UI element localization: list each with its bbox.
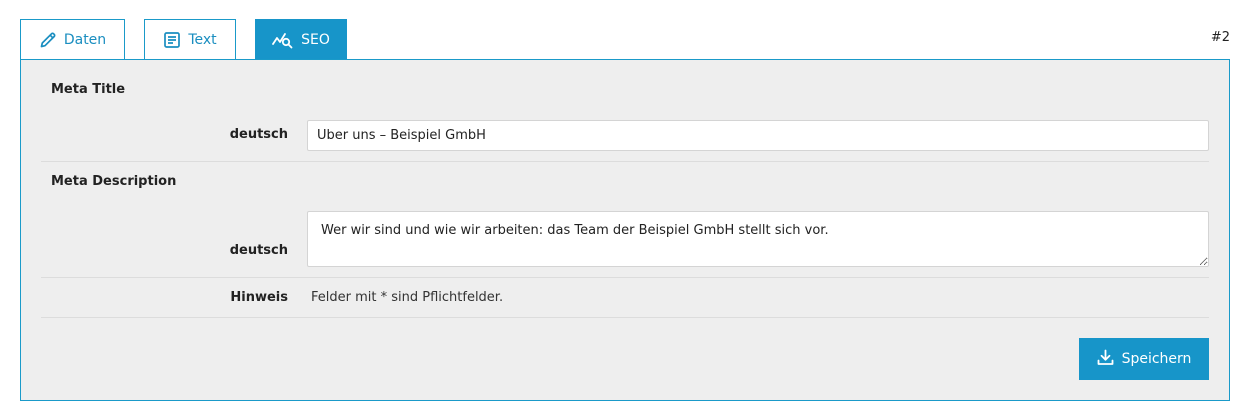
meta-title-language-label: deutsch	[229, 127, 288, 142]
tab-seo-label: SEO	[301, 32, 330, 48]
download-icon	[1097, 349, 1114, 370]
save-button-label: Speichern	[1121, 351, 1192, 367]
tab-seo[interactable]: SEO	[255, 19, 347, 60]
meta-description-language-label: deutsch	[229, 243, 288, 258]
seo-form-panel: Meta Title deutsch Meta Description deut…	[20, 59, 1230, 401]
divider	[41, 277, 1209, 278]
tab-daten-label: Daten	[63, 31, 107, 48]
save-button[interactable]: Speichern	[1079, 338, 1209, 380]
tab-daten[interactable]: Daten	[20, 19, 125, 59]
hint-text: Felder mit * sind Pflichtfelder.	[311, 290, 504, 305]
meta-description-textarea[interactable]: Wer wir sind und wie wir arbeiten: das T…	[307, 211, 1209, 267]
meta-title-input[interactable]	[307, 120, 1209, 151]
divider	[41, 317, 1209, 318]
record-id: #2	[1210, 30, 1230, 45]
tab-text-label: Text	[188, 31, 217, 48]
seo-analytics-icon	[272, 31, 294, 49]
divider	[41, 161, 1209, 162]
meta-description-heading: Meta Description	[51, 174, 177, 189]
meta-title-heading: Meta Title	[51, 82, 126, 97]
hint-label: Hinweis	[230, 290, 288, 305]
pencil-icon	[39, 31, 57, 49]
document-icon	[163, 31, 181, 49]
tab-text[interactable]: Text	[144, 19, 236, 59]
